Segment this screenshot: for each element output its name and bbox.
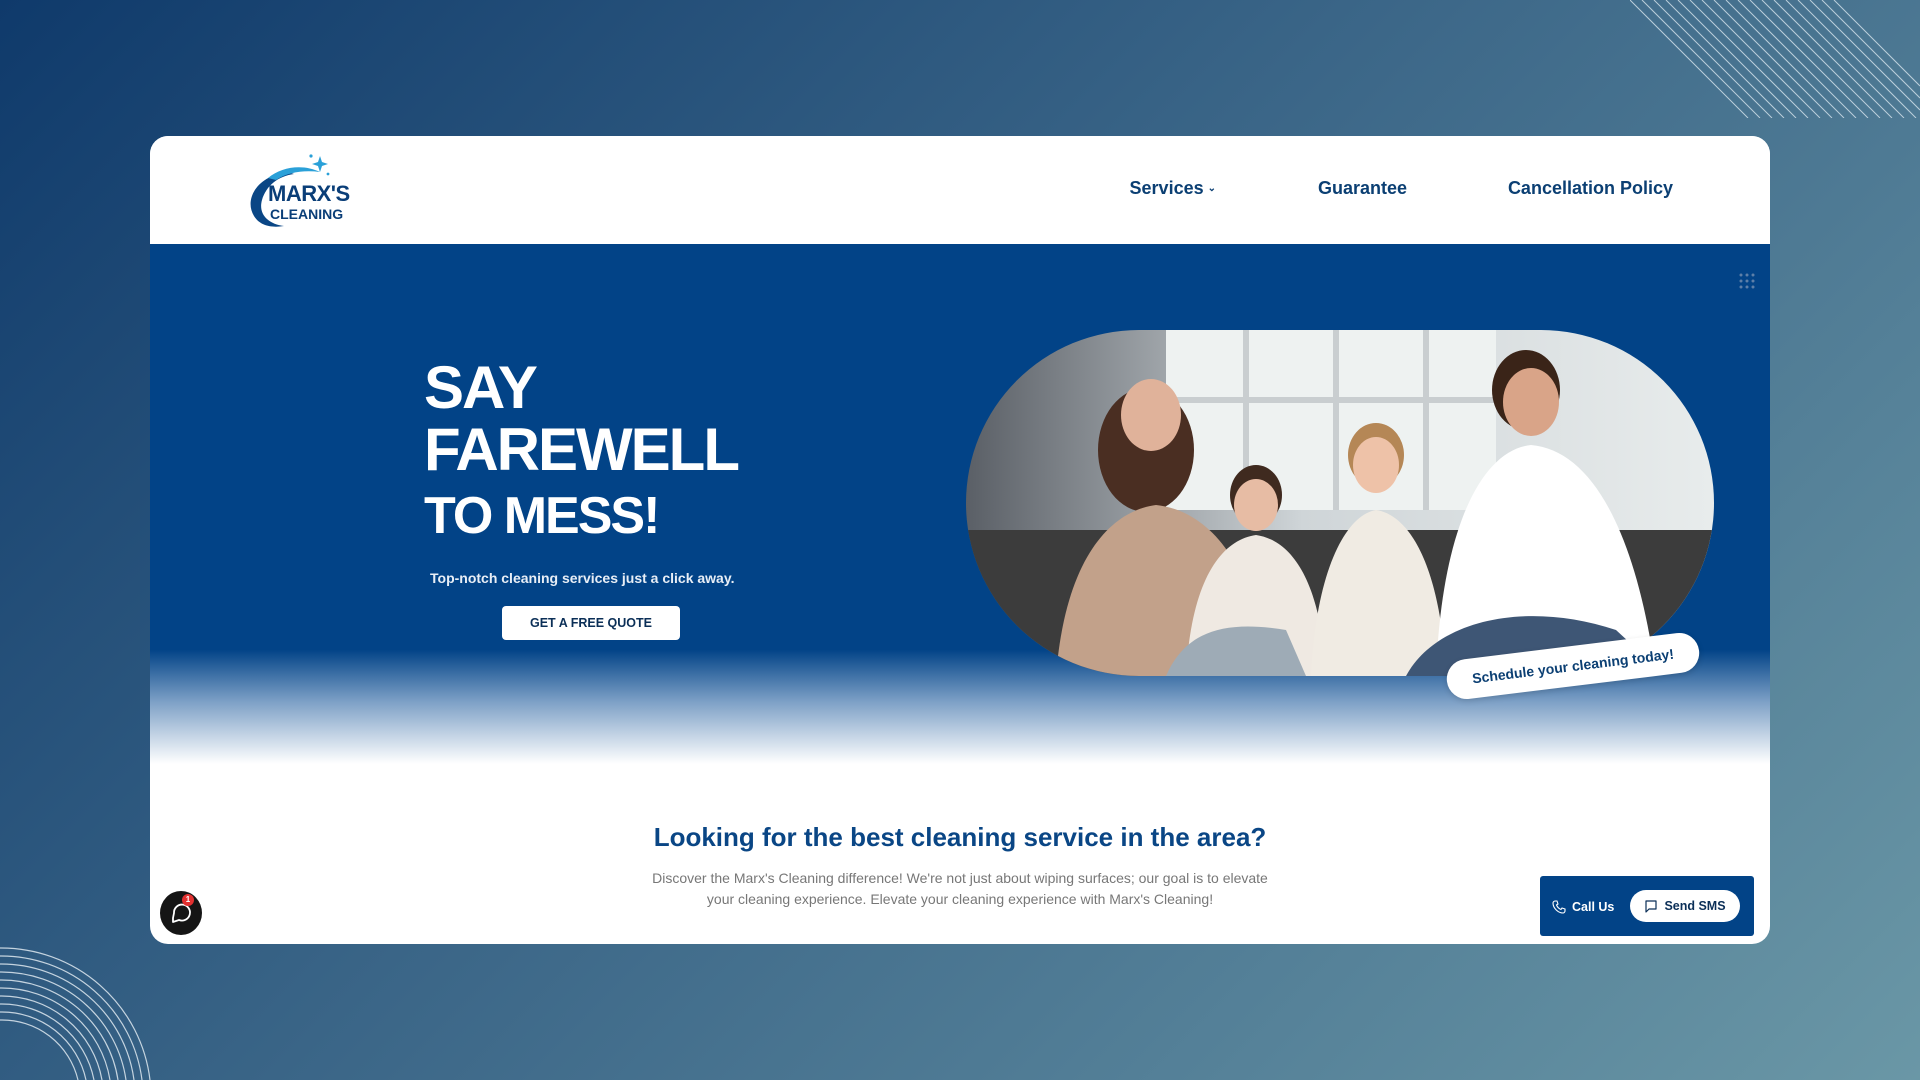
nav-cancellation-label: Cancellation Policy [1507, 178, 1673, 198]
grid-dots-icon[interactable] [1738, 272, 1756, 290]
chat-icon [172, 903, 191, 923]
nav-services[interactable]: Services ⌄ [1130, 178, 1216, 199]
nav-cancellation-policy[interactable]: Cancellation Policy [1508, 178, 1673, 199]
site-header: MARX'S CLEANING Services ⌄ Guarantee Can… [150, 136, 1770, 244]
send-sms-label: Send SMS [1664, 899, 1726, 913]
hero-headline: SAY FAREWELL TO MESS! [424, 354, 740, 545]
section-description: Discover the Marx's Cleaning difference!… [652, 870, 1268, 907]
chat-notification-badge: 1 [182, 894, 194, 906]
phone-icon [1552, 900, 1566, 914]
headline-line-3: TO MESS! [424, 487, 660, 545]
family-photo [966, 330, 1714, 676]
call-us-button[interactable]: Call Us [1552, 893, 1614, 921]
decorative-arcs-bottom-left [0, 947, 151, 1080]
headline-line-1: SAY [424, 354, 538, 421]
section-title: Looking for the best cleaning service in… [653, 822, 1267, 852]
logo-text-marxs: MARX'S [268, 181, 350, 206]
nav-guarantee-label: Guarantee [1317, 178, 1407, 198]
get-free-quote-button[interactable]: GET A FREE QUOTE [502, 606, 680, 640]
hero-section: SAY FAREWELL TO MESS! Top-notch cleaning… [150, 244, 1770, 764]
decorative-lines-top-right [1630, 0, 1920, 118]
nav-guarantee[interactable]: Guarantee [1318, 178, 1407, 199]
message-icon [1645, 900, 1658, 913]
website-frame: MARX'S CLEANING Services ⌄ Guarantee Can… [150, 136, 1770, 944]
chat-widget-button[interactable] [160, 891, 202, 935]
logo-text-cleaning: CLEANING [270, 206, 344, 222]
send-sms-button[interactable]: Send SMS [1630, 890, 1740, 922]
call-us-label: Call Us [1572, 900, 1615, 914]
headline-line-2: FAREWELL [424, 416, 740, 483]
contact-bar: Call Us Send SMS [1540, 876, 1754, 936]
chevron-down-icon: ⌄ [1207, 183, 1216, 194]
nav-services-label: Services [1129, 178, 1204, 198]
hero-subtext: Top-notch cleaning services just a click… [430, 570, 735, 586]
brand-logo[interactable]: MARX'S CLEANING [242, 150, 362, 234]
